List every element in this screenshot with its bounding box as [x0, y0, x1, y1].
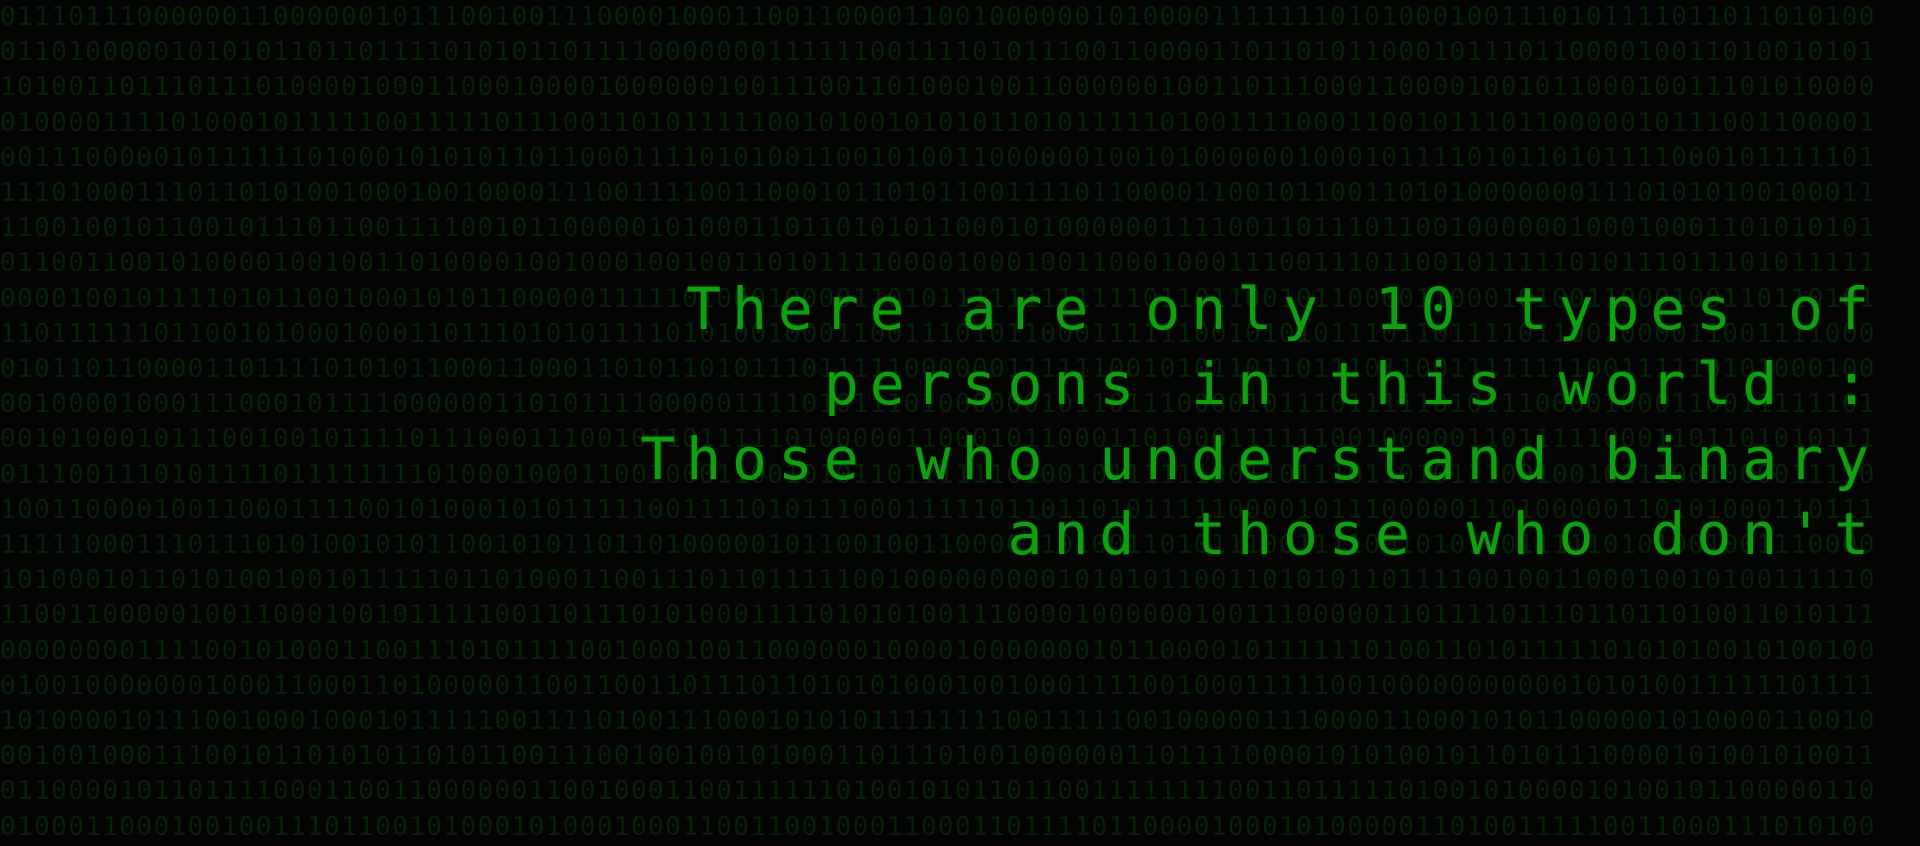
binary-wallpaper: 0111011100000011000000101110010011100001… — [0, 0, 1920, 846]
message-line-3: Those who understand binary — [640, 425, 1880, 493]
message-line-1: There are only 10 types of — [686, 275, 1880, 343]
binary-joke-text: There are only 10 types of persons in th… — [580, 272, 1880, 572]
message-line-2: persons in this world : — [823, 350, 1880, 418]
message-line-4: and those who don't — [1007, 500, 1880, 568]
